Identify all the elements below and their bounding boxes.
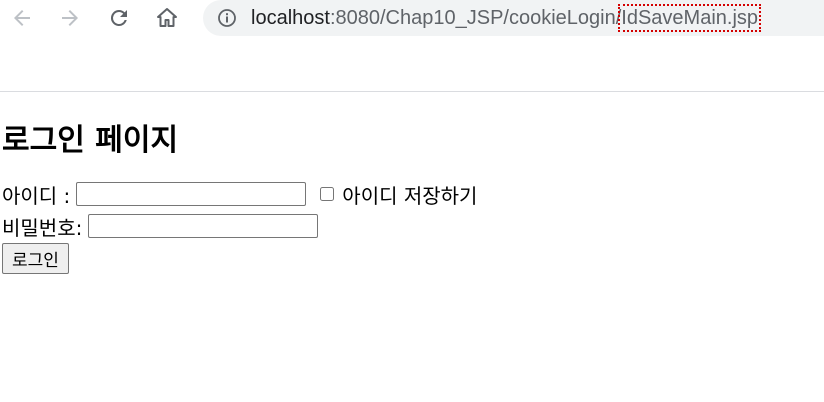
url-path: :8080/Chap10_JSP/cookieLogin/ bbox=[329, 7, 622, 29]
reload-icon bbox=[110, 9, 127, 26]
arrow-right-icon bbox=[62, 10, 78, 26]
back-button[interactable] bbox=[6, 2, 38, 34]
url-text[interactable]: localhost:8080/Chap10_JSP/cookieLogin/Id… bbox=[251, 4, 762, 32]
forward-button[interactable] bbox=[54, 2, 86, 34]
url-highlighted-filename: IdSaveMain.jsp bbox=[618, 4, 762, 32]
password-input[interactable] bbox=[88, 214, 319, 238]
page-content: 로그인 페이지 아이디 : 아이디 저장하기 비밀번호: 로그인 bbox=[2, 120, 802, 274]
reload-button[interactable] bbox=[103, 2, 135, 34]
id-label: 아이디 : bbox=[2, 183, 71, 208]
home-button[interactable] bbox=[151, 2, 183, 34]
home-icon bbox=[157, 8, 177, 27]
url-host: localhost bbox=[251, 7, 330, 29]
page-title: 로그인 페이지 bbox=[2, 123, 179, 158]
browser-toolbar: localhost:8080/Chap10_JSP/cookieLogin/Id… bbox=[0, 0, 824, 38]
info-icon[interactable] bbox=[217, 8, 237, 28]
login-button[interactable]: 로그인 bbox=[2, 243, 69, 274]
id-input[interactable] bbox=[76, 182, 307, 206]
password-label: 비밀번호: bbox=[2, 215, 83, 240]
toolbar-divider bbox=[0, 91, 824, 92]
save-id-label: 아이디 저장하기 bbox=[342, 183, 478, 208]
address-bar[interactable]: localhost:8080/Chap10_JSP/cookieLogin/Id… bbox=[203, 0, 824, 36]
login-form: 아이디 : 아이디 저장하기 비밀번호: 로그인 bbox=[2, 178, 802, 274]
save-id-checkbox[interactable] bbox=[320, 187, 335, 201]
id-row: 아이디 : 아이디 저장하기 bbox=[2, 178, 802, 210]
arrow-left-icon bbox=[14, 10, 30, 26]
password-row: 비밀번호: bbox=[2, 210, 802, 242]
